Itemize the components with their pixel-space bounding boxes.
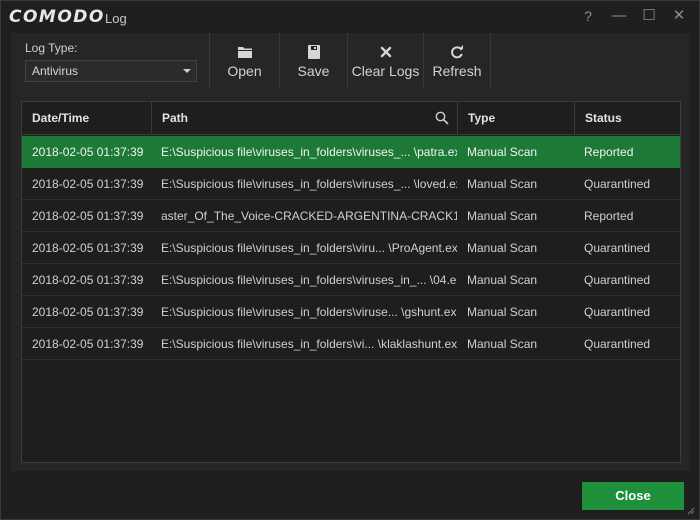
open-button-label: Open [227, 63, 262, 79]
refresh-button[interactable]: Refresh [423, 33, 491, 89]
cell-path: E:\Suspicious file\viruses_in_folders\vi… [161, 305, 457, 319]
cell-status: Quarantined [584, 177, 651, 191]
log-type-select[interactable]: Antivirus [25, 60, 197, 82]
cell-path: E:\Suspicious file\viruses_in_folders\vi… [161, 145, 457, 159]
toolbar: Log Type: Antivirus Open Save Clear Logs… [11, 33, 689, 89]
table-row[interactable]: 2018-02-05 01:37:39 aster_Of_The_Voice-C… [22, 200, 680, 232]
table-row[interactable]: 2018-02-05 01:37:39 E:\Suspicious file\v… [22, 232, 680, 264]
log-table: Date/Time Path Type Status 2018-02-05 01… [21, 101, 681, 463]
table-row[interactable]: 2018-02-05 01:37:39 E:\Suspicious file\v… [22, 296, 680, 328]
cell-type: Manual Scan [467, 209, 538, 223]
column-header-path[interactable]: Path [152, 102, 458, 135]
close-window-icon[interactable]: ✕ [667, 5, 691, 27]
log-window: COMODO Log ? — ☐ ✕ Log Type: Antivirus O… [0, 0, 700, 520]
brand-logo: COMODO [9, 7, 105, 27]
cell-path: E:\Suspicious file\viruses_in_folders\vi… [161, 337, 457, 351]
table-row[interactable]: 2018-02-05 01:37:39 E:\Suspicious file\v… [22, 264, 680, 296]
log-type-value: Antivirus [32, 64, 79, 78]
resize-grip-icon[interactable] [687, 507, 695, 515]
cell-status: Reported [584, 145, 634, 159]
cell-date: 2018-02-05 01:37:39 [32, 273, 144, 287]
log-panel: Date/Time Path Type Status 2018-02-05 01… [11, 89, 689, 471]
cell-date: 2018-02-05 01:37:39 [32, 241, 144, 255]
cell-date: 2018-02-05 01:37:39 [32, 337, 144, 351]
cell-type: Manual Scan [467, 273, 538, 287]
close-button[interactable]: Close [582, 482, 684, 510]
open-button[interactable]: Open [209, 33, 279, 89]
folder-icon [237, 47, 252, 58]
cell-date: 2018-02-05 01:37:39 [32, 209, 144, 223]
column-header-date[interactable]: Date/Time [22, 102, 152, 135]
refresh-button-label: Refresh [432, 63, 482, 79]
floppy-disk-icon [307, 45, 320, 59]
minimize-icon[interactable]: — [607, 5, 631, 27]
save-button-label: Save [297, 63, 330, 79]
clear-logs-button-label: Clear Logs [351, 63, 420, 79]
cell-type: Manual Scan [467, 177, 538, 191]
cell-path: E:\Suspicious file\viruses_in_folders\vi… [161, 177, 457, 191]
chevron-down-icon [183, 69, 191, 73]
cell-path: E:\Suspicious file\viruses_in_folders\vi… [161, 273, 457, 287]
window-title: Log [105, 11, 127, 26]
cell-status: Quarantined [584, 337, 651, 351]
cell-status: Reported [584, 209, 634, 223]
column-header-type[interactable]: Type [458, 102, 575, 135]
cell-status: Quarantined [584, 241, 651, 255]
cell-status: Quarantined [584, 273, 651, 287]
cell-type: Manual Scan [467, 337, 538, 351]
cell-path: aster_Of_The_Voice-CRACKED-ARGENTINA-CRA… [161, 209, 457, 223]
cell-type: Manual Scan [467, 241, 538, 255]
clear-logs-button[interactable]: Clear Logs [347, 33, 423, 89]
cell-date: 2018-02-05 01:37:39 [32, 305, 144, 319]
title-bar[interactable]: COMODO Log ? — ☐ ✕ [1, 1, 699, 33]
cell-type: Manual Scan [467, 305, 538, 319]
column-header-path-label: Path [162, 111, 189, 125]
table-row[interactable]: 2018-02-05 01:37:39 E:\Suspicious file\v… [22, 136, 680, 168]
cell-status: Quarantined [584, 305, 651, 319]
table-row[interactable]: 2018-02-05 01:37:39 E:\Suspicious file\v… [22, 168, 680, 200]
cell-date: 2018-02-05 01:37:39 [32, 177, 144, 191]
table-header: Date/Time Path Type Status [22, 102, 680, 135]
column-header-status[interactable]: Status [575, 102, 680, 135]
save-button[interactable]: Save [279, 33, 347, 89]
cell-type: Manual Scan [467, 145, 538, 159]
refresh-icon [451, 45, 463, 59]
log-type-label: Log Type: [25, 41, 78, 55]
cell-date: 2018-02-05 01:37:39 [32, 145, 144, 159]
x-icon [380, 46, 391, 58]
table-row[interactable]: 2018-02-05 01:37:39 E:\Suspicious file\v… [22, 328, 680, 360]
maximize-icon[interactable]: ☐ [637, 5, 661, 27]
help-icon[interactable]: ? [576, 5, 600, 27]
search-icon[interactable] [435, 111, 449, 125]
cell-path: E:\Suspicious file\viruses_in_folders\vi… [161, 241, 457, 255]
